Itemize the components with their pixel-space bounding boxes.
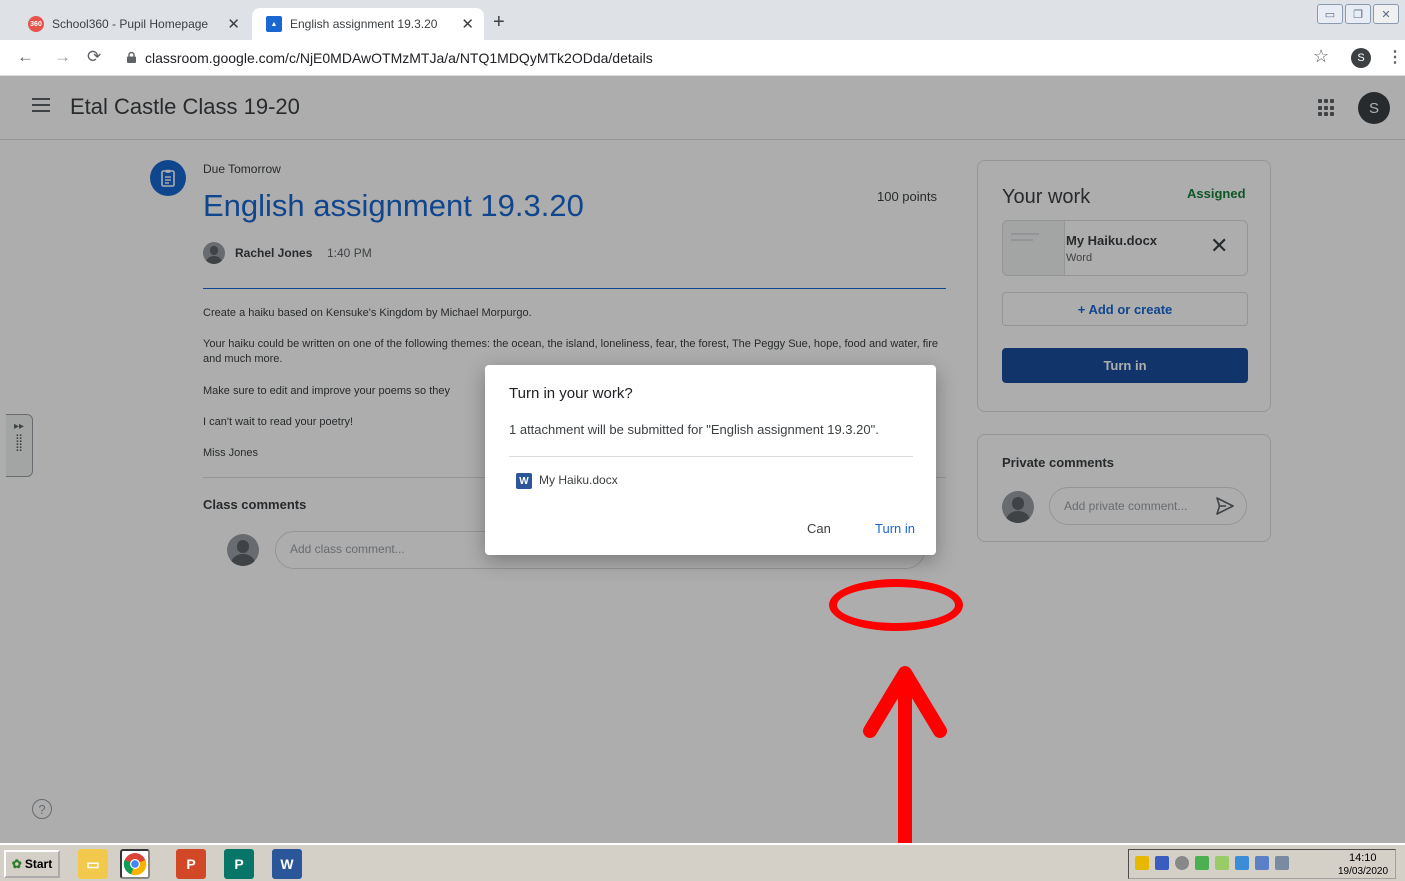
clock-time[interactable]: 14:10 [1349, 852, 1377, 864]
tools-icon[interactable] [1215, 856, 1229, 870]
tab-school360[interactable]: 360 School360 - Pupil Homepage ✕ [14, 8, 250, 40]
start-label: Start [24, 857, 53, 871]
remote-icon[interactable] [1255, 856, 1269, 870]
turn-in-dialog: Turn in your work? 1 attachment will be … [485, 365, 936, 555]
browser-profile-avatar[interactable]: S [1351, 48, 1371, 68]
windows-logo-icon: ✿ [11, 857, 22, 871]
tab-title: School360 - Pupil Homepage [52, 17, 209, 31]
lock-icon [127, 52, 136, 63]
back-icon[interactable]: ← [17, 47, 34, 67]
dialog-message: 1 attachment will be submitted for "Engl… [509, 422, 879, 437]
clock-date[interactable]: 19/03/2020 [1338, 866, 1388, 877]
windows-taskbar: ✿ Start ▭ P P W 14:10 19/03/2020 [0, 843, 1405, 881]
device-icon[interactable] [1275, 856, 1289, 870]
classroom-favicon-icon: ▲ [266, 16, 282, 32]
annotation-arrow-icon [863, 666, 947, 854]
forward-icon[interactable]: → [54, 47, 71, 67]
cancel-button[interactable]: Can [807, 521, 831, 536]
shield-icon[interactable] [1135, 856, 1149, 870]
volume-icon[interactable] [1175, 856, 1189, 870]
dialog-title: Turn in your work? [509, 385, 633, 402]
file-explorer-icon[interactable]: ▭ [78, 849, 108, 879]
system-tray: 14:10 19/03/2020 [1128, 849, 1396, 879]
browser-tab-bar: 360 School360 - Pupil Homepage ✕ ▲ Engli… [0, 0, 1405, 40]
display-icon[interactable] [1235, 856, 1249, 870]
powerpoint-icon[interactable]: P [176, 849, 206, 879]
tab-english-assignment[interactable]: ▲ English assignment 19.3.20 ✕ [252, 8, 484, 40]
new-tab-icon[interactable]: + [493, 12, 505, 32]
confirm-turn-in-button[interactable]: Turn in [875, 521, 915, 536]
browser-menu-icon[interactable]: ⋮ [1387, 47, 1403, 67]
dialog-divider [509, 456, 913, 457]
window-controls: ▭ ❐ ✕ [1317, 4, 1399, 24]
word-file-icon: W [516, 473, 532, 489]
minimize-icon[interactable]: ▭ [1317, 4, 1343, 24]
antivirus-icon[interactable] [1195, 856, 1209, 870]
address-bar[interactable]: classroom.google.com/c/NjE0MDAwOTMzMTJa/… [145, 50, 653, 66]
chrome-icon[interactable] [120, 849, 150, 879]
school360-favicon-icon: 360 [28, 16, 44, 32]
reload-icon[interactable]: ⟳ [87, 47, 101, 67]
word-icon[interactable]: W [272, 849, 302, 879]
restore-icon[interactable]: ❐ [1345, 4, 1371, 24]
tab-close-icon[interactable]: ✕ [227, 15, 240, 33]
dialog-file-name: My Haiku.docx [539, 473, 618, 487]
annotation-ellipse [829, 579, 963, 631]
network-icon[interactable] [1155, 856, 1169, 870]
browser-toolbar: ← → ⟳ classroom.google.com/c/NjE0MDAwOTM… [0, 40, 1405, 76]
publisher-icon[interactable]: P [224, 849, 254, 879]
start-button[interactable]: ✿ Start [4, 850, 60, 878]
classroom-page: Etal Castle Class 19-20 S Due Tomorrow E… [0, 76, 1405, 854]
tab-title: English assignment 19.3.20 [290, 17, 438, 31]
close-window-icon[interactable]: ✕ [1373, 4, 1399, 24]
tab-close-icon[interactable]: ✕ [461, 15, 474, 33]
bookmark-star-icon[interactable]: ☆ [1313, 46, 1329, 67]
